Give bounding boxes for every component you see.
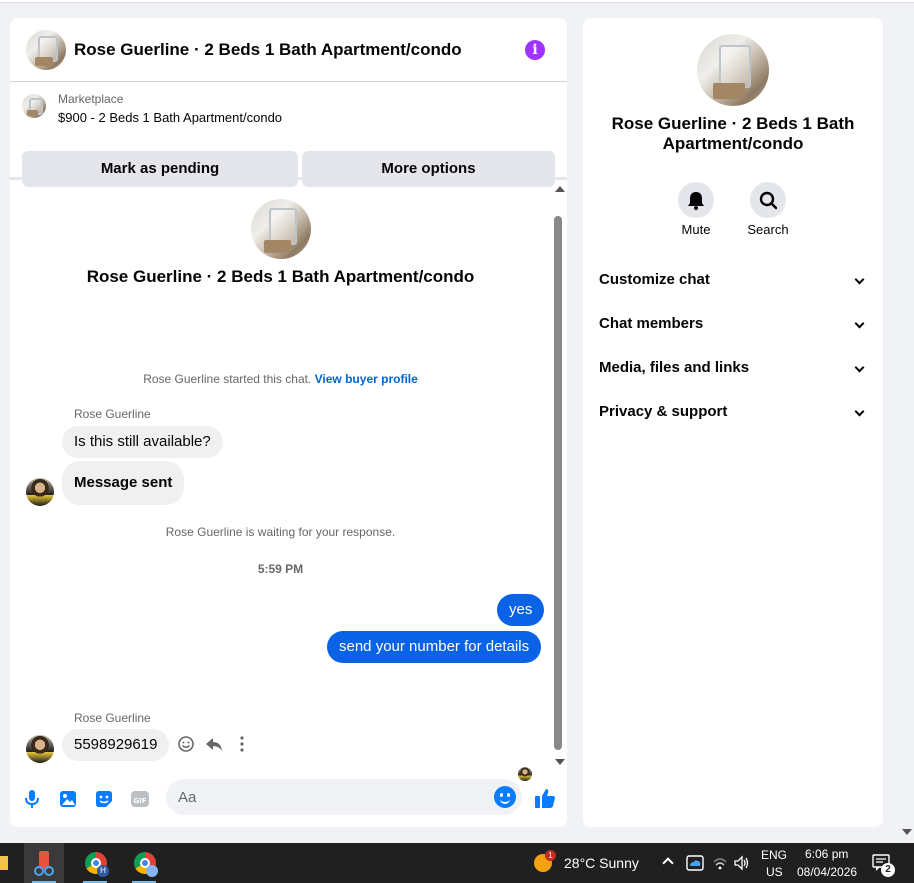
browser-top-edge: [0, 0, 914, 3]
clock-date[interactable]: 08/04/2026: [797, 865, 857, 879]
media-files-links-section[interactable]: Media, files and links: [599, 354, 867, 382]
more-icon[interactable]: [233, 735, 251, 753]
chevron-up-icon[interactable]: [662, 857, 674, 869]
conversation-title: Rose Guerline · 2 Beds 1 Bath Apartment/…: [86, 267, 475, 286]
chrome-icon[interactable]: [124, 843, 164, 883]
volume-icon[interactable]: [733, 855, 751, 876]
started-text: Rose Guerline started this chat.: [143, 372, 312, 386]
incoming-message[interactable]: Is this still available?: [62, 426, 223, 458]
search-button[interactable]: Search: [738, 182, 798, 237]
windows-taskbar: H 1 28°C Sunny ENG US 6:06 pm 08/04/2026…: [0, 843, 914, 883]
outgoing-message[interactable]: send your number for details: [327, 631, 542, 663]
message-actions: [177, 735, 251, 753]
conversation-avatar[interactable]: [251, 199, 311, 259]
chevron-down-icon: [854, 362, 865, 373]
page-scroll-down-arrow[interactable]: [902, 829, 912, 835]
section-label: Chat members: [599, 315, 704, 332]
listing-thumbnail[interactable]: [22, 94, 46, 118]
clock-time[interactable]: 6:06 pm: [805, 847, 848, 861]
scroll-thumb[interactable]: [554, 216, 562, 750]
emoji-icon[interactable]: [494, 786, 516, 808]
mute-label: Mute: [681, 222, 711, 237]
thumbs-up-icon[interactable]: [534, 787, 556, 809]
chat-header: Rose Guerline · 2 Beds 1 Bath Apartment/…: [10, 18, 567, 82]
keyboard-region[interactable]: US: [766, 865, 783, 879]
chevron-down-icon: [854, 406, 865, 417]
privacy-support-section[interactable]: Privacy & support: [599, 398, 867, 426]
onedrive-icon[interactable]: [686, 855, 704, 876]
sender-avatar[interactable]: [26, 478, 54, 506]
info-title: Rose Guerline · 2 Beds 1 Bath Apartment/…: [611, 114, 855, 153]
message-list: Rose Guerline · 2 Beds 1 Bath Apartment/…: [10, 182, 567, 781]
marketplace-banner: Marketplace $900 - 2 Beds 1 Bath Apartme…: [10, 82, 567, 187]
microphone-icon[interactable]: [22, 789, 42, 809]
file-explorer-icon[interactable]: [0, 843, 10, 883]
search-label: Search: [747, 222, 789, 237]
reply-icon[interactable]: [205, 735, 223, 753]
chat-title[interactable]: Rose Guerline · 2 Beds 1 Bath Apartment/…: [74, 40, 462, 60]
chevron-down-icon: [854, 318, 865, 329]
gif-icon[interactable]: GIF: [130, 789, 150, 809]
message-scrollbar[interactable]: [551, 182, 567, 772]
scroll-up-arrow[interactable]: [555, 186, 565, 192]
sender-name: Rose Guerline: [74, 711, 151, 725]
bell-icon: [678, 182, 714, 218]
sender-avatar[interactable]: [26, 735, 54, 763]
waiting-notice: Rose Guerline is waiting for your respon…: [165, 525, 396, 539]
sticker-icon[interactable]: [94, 789, 114, 809]
mute-button[interactable]: Mute: [666, 182, 726, 237]
react-icon[interactable]: [177, 735, 195, 753]
chat-info-panel: Rose Guerline · 2 Beds 1 Bath Apartment/…: [583, 18, 883, 827]
weather-badge: 1: [545, 850, 556, 861]
chat-panel: Rose Guerline · 2 Beds 1 Bath Apartment/…: [10, 18, 567, 827]
section-label: Media, files and links: [599, 359, 750, 376]
message-timestamp: 5:59 PM: [257, 562, 304, 576]
listing-avatar[interactable]: [26, 30, 66, 70]
customize-chat-section[interactable]: Customize chat: [599, 266, 867, 294]
chevron-down-icon: [854, 274, 865, 285]
section-label: Privacy & support: [599, 403, 728, 420]
info-avatar[interactable]: [697, 34, 769, 106]
svg-text:GIF: GIF: [133, 797, 146, 805]
sender-name: Rose Guerline: [74, 407, 151, 421]
notification-count: 2: [881, 863, 895, 877]
listing-detail[interactable]: $900 - 2 Beds 1 Bath Apartment/condo: [58, 110, 282, 125]
chat-members-section[interactable]: Chat members: [599, 310, 867, 338]
message-input[interactable]: [166, 779, 522, 815]
search-icon: [750, 182, 786, 218]
view-buyer-profile-link[interactable]: View buyer profile: [315, 372, 418, 386]
wifi-icon[interactable]: [712, 855, 728, 876]
outgoing-message[interactable]: yes: [497, 594, 545, 626]
snipping-tool-icon[interactable]: [24, 843, 64, 883]
incoming-message[interactable]: Message sent: [62, 461, 185, 505]
chrome-profile-h-icon[interactable]: H: [75, 843, 115, 883]
message-composer: GIF: [10, 772, 567, 827]
language-code[interactable]: ENG: [761, 848, 787, 862]
image-icon[interactable]: [58, 789, 78, 809]
chat-started-notice: Rose Guerline started this chat. View bu…: [10, 372, 551, 386]
weather-text[interactable]: 28°C Sunny: [564, 855, 639, 871]
incoming-message[interactable]: 5598929619: [62, 729, 170, 761]
section-label: Customize chat: [599, 271, 710, 288]
scroll-down-arrow[interactable]: [555, 759, 565, 765]
info-icon[interactable]: i: [525, 40, 545, 60]
marketplace-label: Marketplace: [58, 92, 124, 106]
